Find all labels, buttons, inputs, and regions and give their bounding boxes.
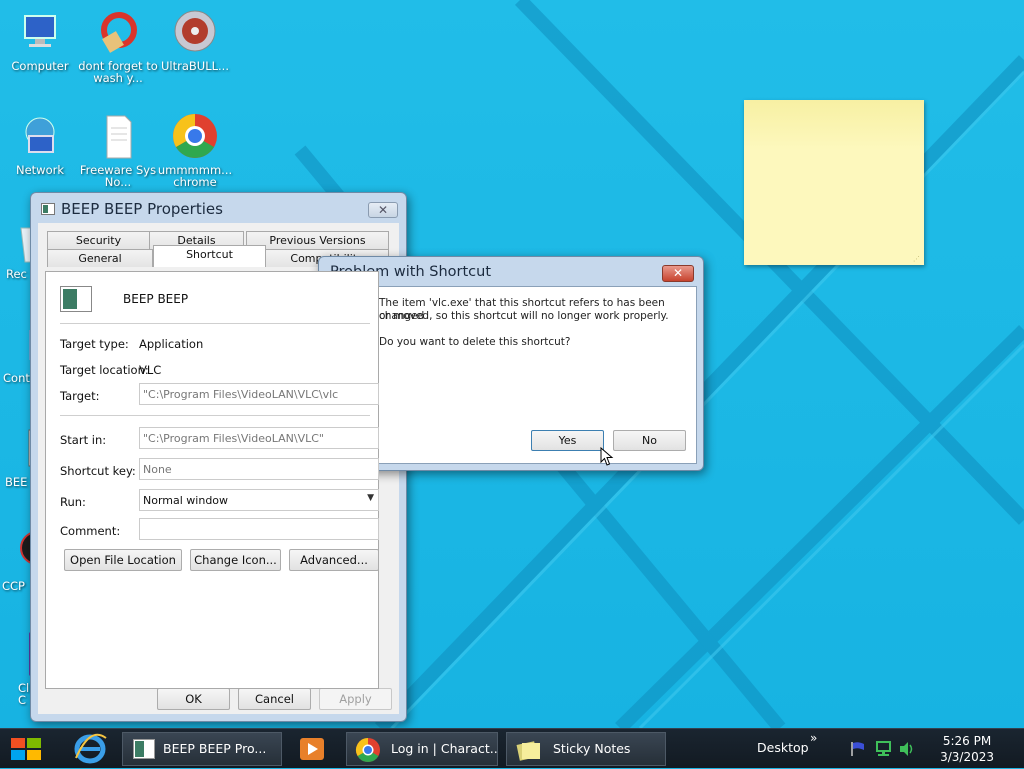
separator	[60, 323, 370, 324]
network-status-icon[interactable]	[875, 741, 893, 757]
shortcut-icon	[131, 737, 157, 763]
change-icon-button[interactable]: Change Icon...	[190, 549, 281, 571]
desktop-icon-ccleaner[interactable]: dont forget to wash y...	[78, 8, 158, 84]
volume-icon[interactable]	[898, 741, 916, 757]
taskbar-item-label: BEEP BEEP Pro...	[163, 741, 267, 756]
desktop-icon-label: dont forget to wash y...	[78, 59, 158, 85]
target-field[interactable]: "C:\Program Files\VideoLAN\VLC\vlc	[139, 383, 379, 405]
action-center-flag-icon[interactable]	[850, 741, 866, 757]
taskbar: BEEP BEEP Pro... Log in | Charact... Sti…	[0, 728, 1024, 768]
properties-body: Security Details Previous Versions Gener…	[38, 223, 399, 714]
taskbar-item-properties[interactable]: BEEP BEEP Pro...	[122, 732, 282, 766]
clock-date: 3/3/2023	[940, 750, 994, 764]
cancel-button[interactable]: Cancel	[238, 688, 311, 710]
chevron-down-icon: ▼	[367, 493, 374, 503]
start-button[interactable]	[6, 733, 46, 765]
taskbar-item-label: Sticky Notes	[553, 741, 631, 756]
desktop-icon-label: Freeware Sys No...	[79, 163, 157, 189]
taskbar-item-sticky-notes[interactable]: Sticky Notes	[506, 732, 666, 766]
dialog-message-line2: or moved, so this shortcut will no longe…	[379, 310, 669, 322]
apply-button[interactable]: Apply	[319, 688, 392, 710]
desktop-icon-freeware[interactable]: Freeware Sys No...	[78, 112, 158, 188]
internet-explorer-icon	[74, 733, 107, 764]
windows-logo-icon	[11, 738, 41, 760]
ccleaner-icon	[93, 8, 143, 58]
yes-button[interactable]: Yes	[531, 430, 604, 451]
run-select[interactable]: Normal window ▼	[139, 489, 379, 511]
media-player-button[interactable]	[297, 734, 327, 764]
document-icon	[93, 112, 143, 162]
mouse-cursor-icon	[600, 447, 614, 466]
tab-shortcut[interactable]: Shortcut	[153, 245, 266, 267]
desktop[interactable]: Computer dont forget to wash y... UltraB…	[0, 0, 1024, 728]
shortcut-key-field[interactable]: None	[139, 458, 379, 480]
desktop-toolbar-label[interactable]: Desktop	[757, 740, 809, 755]
tab-general[interactable]: General	[47, 249, 153, 267]
properties-window[interactable]: BEEP BEEP Properties ✕ Security Details …	[30, 192, 407, 722]
computer-icon	[15, 8, 65, 58]
desktop-icon-label: Cl C	[18, 681, 30, 707]
dialog-body: The item 'vlc.exe' that this shortcut re…	[326, 286, 697, 464]
close-button[interactable]: ✕	[368, 202, 398, 218]
target-label: Target:	[60, 389, 100, 403]
target-location-value: VLC	[139, 363, 162, 377]
advanced-button[interactable]: Advanced...	[289, 549, 379, 571]
target-location-label: Target location:	[60, 363, 149, 377]
comment-label: Comment:	[60, 524, 121, 538]
desktop-icon-ultrabull[interactable]: UltraBULL...	[155, 8, 235, 72]
dialog-question: Do you want to delete this shortcut?	[379, 336, 571, 348]
network-icon	[15, 112, 65, 162]
taskbar-item-label: Log in | Charact...	[391, 741, 498, 756]
ok-button[interactable]: OK	[157, 688, 230, 710]
shortcut-large-icon	[60, 286, 92, 312]
dialog-close-button[interactable]: ✕	[662, 265, 694, 282]
target-type-value: Application	[139, 337, 204, 351]
properties-title: BEEP BEEP Properties	[61, 200, 223, 218]
shortcut-key-label: Shortcut key:	[60, 464, 136, 478]
clock-time: 5:26 PM	[942, 734, 992, 748]
run-select-value: Normal window	[143, 494, 229, 507]
comment-field[interactable]	[139, 518, 379, 540]
tab-security[interactable]: Security	[47, 231, 150, 249]
no-button[interactable]: No	[613, 430, 686, 451]
desktop-icon-label: UltraBULL...	[161, 59, 229, 73]
chrome-icon	[170, 112, 220, 162]
separator	[60, 415, 370, 416]
open-file-location-button[interactable]: Open File Location	[64, 549, 182, 571]
target-type-label: Target type:	[60, 337, 129, 351]
desktop-icon-computer[interactable]: Computer	[0, 8, 80, 72]
media-player-icon	[300, 738, 324, 760]
desktop-icon-network[interactable]: Network	[0, 112, 80, 176]
resize-grip-icon[interactable]: ⋰	[913, 255, 921, 263]
disc-icon	[170, 8, 220, 58]
start-in-field[interactable]: "C:\Program Files\VideoLAN\VLC"	[139, 427, 379, 449]
run-label: Run:	[60, 495, 86, 509]
sticky-note[interactable]: ⋰	[744, 100, 924, 265]
shortcut-name: BEEP BEEP	[123, 292, 189, 306]
toolbar-chevron-icon[interactable]: »	[810, 731, 817, 745]
chrome-icon	[355, 737, 381, 763]
desktop-icon-label: ummmmm... chrome	[157, 163, 233, 189]
internet-explorer-button[interactable]	[72, 732, 108, 766]
sticky-notes-icon	[515, 737, 541, 763]
desktop-icon-label: Computer	[11, 59, 69, 73]
clock[interactable]: 5:26 PM 3/3/2023	[940, 733, 994, 765]
start-in-label: Start in:	[60, 433, 107, 447]
shortcut-tab-panel: BEEP BEEP Target type: Application Targe…	[45, 271, 379, 689]
taskbar-item-chrome[interactable]: Log in | Charact...	[346, 732, 498, 766]
desktop-icon-chrome[interactable]: ummmmm... chrome	[155, 112, 235, 188]
desktop-icon-label: Network	[15, 163, 65, 177]
tab-previous-versions[interactable]: Previous Versions	[246, 231, 389, 249]
